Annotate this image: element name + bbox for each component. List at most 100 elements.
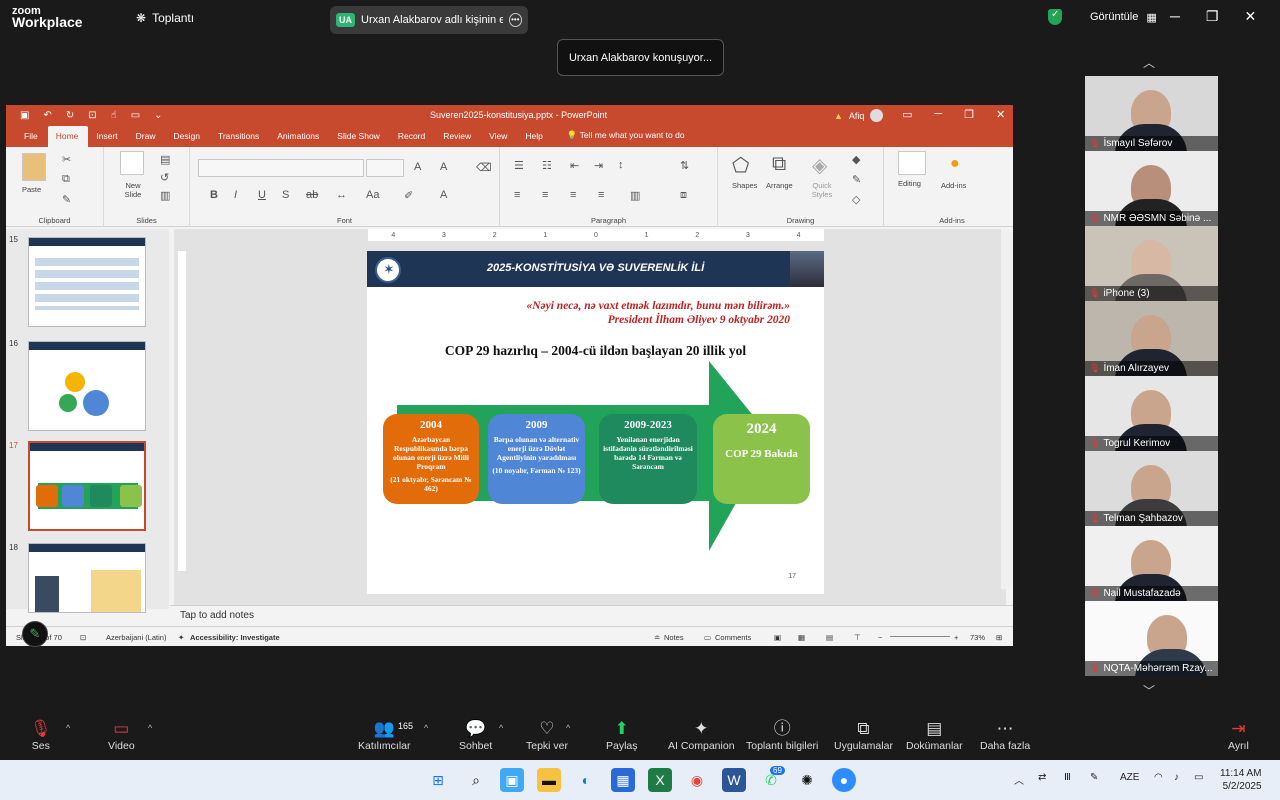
- tab-record[interactable]: Record: [390, 131, 435, 147]
- participant-tile[interactable]: 🎙 NMR ƏƏSMN Səbinə ...: [1085, 151, 1218, 226]
- search-icon[interactable]: ⌕: [464, 768, 488, 792]
- grid-icon[interactable]: ▦: [1146, 11, 1156, 24]
- wifi-icon[interactable]: ◠: [1154, 772, 1163, 783]
- redo-icon[interactable]: ↻: [66, 110, 74, 121]
- docs-button[interactable]: ▤ Dokümanlar: [906, 718, 963, 752]
- screenshot-icon[interactable]: ▭: [131, 110, 140, 121]
- more-button[interactable]: ⋯ Daha fazla: [980, 718, 1030, 752]
- ai-companion-button[interactable]: ✦ AI Companion: [668, 718, 735, 752]
- underline-icon[interactable]: U: [258, 189, 266, 201]
- close-icon[interactable]: ✕: [1244, 8, 1256, 25]
- copy-icon[interactable]: ⧉: [62, 173, 70, 186]
- tell-me-search[interactable]: 💡 Tell me what you want to do: [553, 130, 685, 147]
- bold-icon[interactable]: B: [210, 189, 218, 201]
- shield-icon[interactable]: [1048, 9, 1062, 25]
- tab-animations[interactable]: Animations: [269, 131, 329, 147]
- shape-fill-icon[interactable]: ◆: [852, 153, 860, 166]
- arrange-icon[interactable]: ⧉: [772, 153, 786, 176]
- justify-icon[interactable]: ≡: [598, 189, 604, 201]
- slide-thumbnail-17[interactable]: [28, 441, 146, 531]
- participants-options-caret[interactable]: ^: [424, 723, 428, 733]
- participant-tile[interactable]: 🎙 Togrul Kerimov: [1085, 376, 1218, 451]
- accessibility-status[interactable]: Accessibility: Investigate: [190, 633, 280, 642]
- store-icon[interactable]: ▦: [611, 768, 635, 792]
- video-options-caret[interactable]: ^: [148, 723, 152, 733]
- chat-button[interactable]: 💬 Sohbet: [459, 718, 492, 752]
- file-explorer-icon[interactable]: ▬: [537, 768, 561, 792]
- current-slide[interactable]: 2025-KONSTİTUSİYA VƏ SUVERENLİK İLİ «Nəy…: [367, 251, 824, 594]
- slide-thumbnail-16[interactable]: [28, 341, 146, 431]
- format-painter-icon[interactable]: ✎: [62, 193, 71, 206]
- view-button[interactable]: Görüntüle: [1090, 11, 1138, 23]
- save-icon[interactable]: ▣: [20, 110, 29, 121]
- quick-styles-icon[interactable]: ◈: [812, 153, 827, 178]
- paste-icon[interactable]: [22, 153, 46, 181]
- edge-icon[interactable]: ◐: [574, 768, 598, 792]
- screen-share-pill[interactable]: UA Urxan Alakbarov adlı kişinin ekranı •…: [330, 6, 528, 34]
- tab-design[interactable]: Design: [166, 131, 210, 147]
- react-options-caret[interactable]: ^: [566, 723, 570, 733]
- reading-view-icon[interactable]: ▤: [826, 633, 833, 642]
- text-direction-icon[interactable]: ⇅: [680, 159, 689, 172]
- tab-home[interactable]: Home: [47, 126, 89, 147]
- zoom-slider[interactable]: [890, 636, 950, 637]
- layout-icon[interactable]: ▤: [160, 153, 170, 166]
- chatgpt-icon[interactable]: ✺: [795, 768, 819, 792]
- undo-icon[interactable]: ↶: [43, 110, 51, 121]
- vertical-scrollbar[interactable]: [1001, 229, 1011, 589]
- ribbon-display-icon[interactable]: ▭: [902, 108, 912, 121]
- minimize-icon[interactable]: ─: [1170, 8, 1180, 25]
- slide-thumbnail-15[interactable]: [28, 237, 146, 327]
- font-size-select[interactable]: [366, 159, 404, 177]
- maximize-icon[interactable]: ❐: [1206, 8, 1219, 25]
- language-indicator[interactable]: AZE: [1120, 772, 1139, 783]
- participant-tile[interactable]: 🎙 İsmayıl Səfərov: [1085, 76, 1218, 151]
- battery-icon[interactable]: ▭: [1194, 772, 1203, 783]
- change-case-icon[interactable]: Aa: [366, 189, 379, 201]
- zoom-out-icon[interactable]: −: [878, 633, 882, 642]
- slideshow-icon[interactable]: ⊡: [88, 110, 96, 121]
- participant-tile[interactable]: 🎙 Telman Şahbazov: [1085, 451, 1218, 526]
- bullets-icon[interactable]: ☰: [514, 159, 524, 172]
- user-area[interactable]: ▲ Afiq: [834, 109, 884, 122]
- align-center-icon[interactable]: ≡: [542, 189, 548, 201]
- italic-icon[interactable]: I: [234, 189, 237, 201]
- clock[interactable]: 11:14 AM 5/2/2025: [1220, 767, 1262, 793]
- zoom-level[interactable]: 73%: [970, 633, 985, 642]
- audio-button[interactable]: 🎙 Ses: [30, 718, 52, 752]
- notes-pane[interactable]: Tap to add notes: [170, 605, 1013, 625]
- language-status[interactable]: Azerbaijani (Latin): [106, 633, 166, 642]
- spellcheck-icon[interactable]: ⊡: [80, 633, 86, 642]
- more-icon[interactable]: •••: [508, 13, 522, 27]
- zoom-in-icon[interactable]: +: [954, 633, 958, 642]
- shape-effects-icon[interactable]: ◇: [852, 193, 860, 206]
- editing-icon[interactable]: [898, 151, 926, 175]
- new-slide-icon[interactable]: [120, 151, 144, 175]
- chrome-icon[interactable]: ◉: [685, 768, 709, 792]
- ppt-minimize-icon[interactable]: ─: [934, 108, 942, 121]
- quick-styles-button[interactable]: Quick Styles: [806, 181, 838, 199]
- shapes-button[interactable]: Shapes: [732, 181, 757, 190]
- windows-start-icon[interactable]: ⊞: [426, 768, 450, 792]
- tray-overflow-icon[interactable]: ︿: [1014, 772, 1024, 787]
- comments-button[interactable]: Comments: [715, 633, 751, 642]
- indent-increase-icon[interactable]: ⇥: [594, 159, 603, 172]
- excel-icon[interactable]: X: [648, 768, 672, 792]
- smartart-icon[interactable]: ⧈: [680, 189, 687, 202]
- notes-button[interactable]: Notes: [664, 633, 684, 642]
- chat-options-caret[interactable]: ^: [499, 723, 503, 733]
- tray-app-icon[interactable]: ⇄: [1038, 772, 1046, 783]
- shape-outline-icon[interactable]: ✎: [852, 173, 861, 186]
- paste-button[interactable]: Paste: [22, 185, 41, 194]
- normal-view-icon[interactable]: ▣: [774, 633, 781, 642]
- cut-icon[interactable]: ✂: [62, 153, 71, 166]
- section-icon[interactable]: ▥: [160, 189, 170, 202]
- widgets-icon[interactable]: ▣: [500, 768, 524, 792]
- ppt-close-icon[interactable]: ✕: [996, 108, 1005, 121]
- decrease-font-icon[interactable]: A: [440, 161, 447, 173]
- font-color-icon[interactable]: A: [440, 189, 447, 201]
- editing-button[interactable]: Editing: [898, 179, 921, 188]
- align-left-icon[interactable]: ≡: [514, 189, 520, 201]
- scroll-up-icon[interactable]: ︿: [1143, 54, 1155, 71]
- leave-button[interactable]: ⇥ Ayrıl: [1228, 718, 1249, 752]
